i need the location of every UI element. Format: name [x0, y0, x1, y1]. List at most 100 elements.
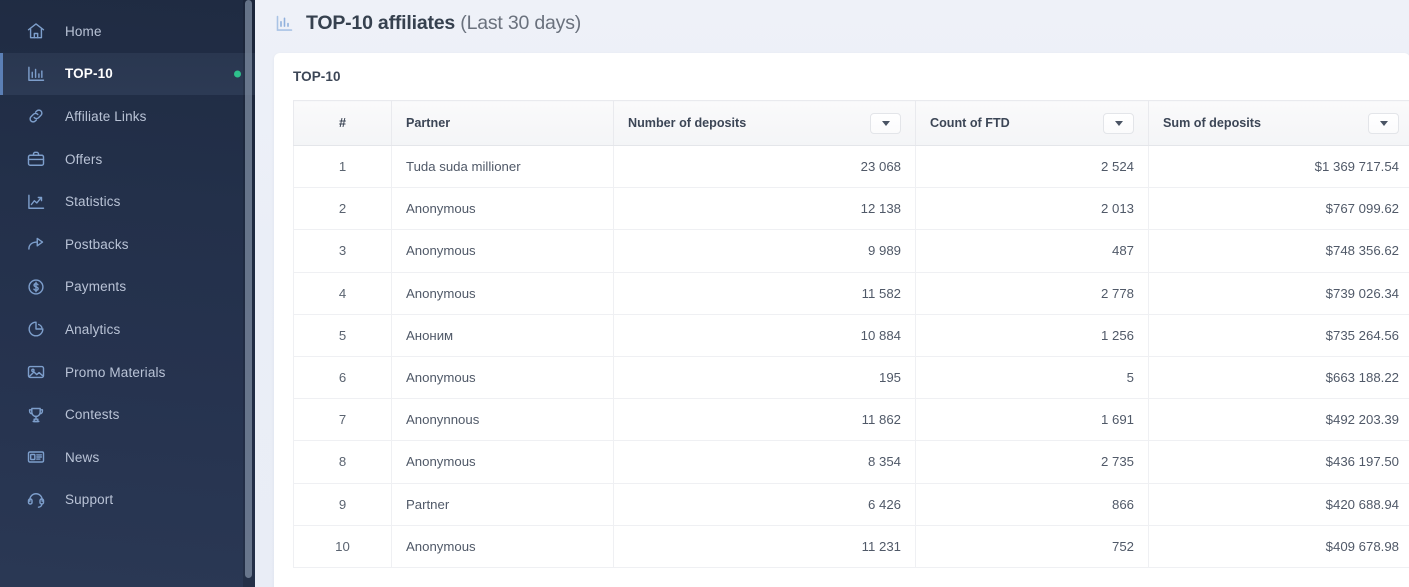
sidebar: Home TOP-10 Affiliate Links Offers Statistic… [0, 0, 255, 587]
table-row[interactable]: 4 Anonymous 11 582 2 778 $739 026.34 [293, 272, 1409, 315]
trophy-icon [25, 404, 47, 426]
chevron-down-icon [1379, 120, 1388, 126]
table-row[interactable]: 6 Anonymous 195 5 $663 188.22 [293, 356, 1409, 400]
page-title-main: TOP-10 affiliates [306, 12, 456, 34]
page-header: TOP-10 affiliates (Last 30 days) [255, 0, 1409, 47]
sidebar-item-offers[interactable]: Offers [0, 138, 255, 181]
sidebar-item-support[interactable]: Support [0, 479, 255, 522]
column-header-count-of-ftd: Count of FTD [915, 100, 1149, 146]
bar-chart-icon [276, 15, 293, 31]
cell-rank: 9 [293, 483, 392, 526]
column-header-sum-of-deposits: Sum of deposits [1148, 100, 1409, 146]
cell-ftd: 5 [915, 356, 1149, 400]
sidebar-item-label: Promo Materials [65, 364, 166, 380]
sidebar-item-label: News [65, 449, 100, 465]
sidebar-item-label: Payments [65, 279, 127, 295]
sidebar-nav-list: Home TOP-10 Affiliate Links Offers Statistic… [0, 10, 255, 521]
cell-rank: 10 [293, 525, 392, 568]
cell-deposits: 23 068 [613, 145, 916, 189]
table-row[interactable]: 5 Аноним 10 884 1 256 $735 264.56 [293, 314, 1409, 357]
cell-sum: $409 678.98 [1148, 525, 1409, 568]
cell-partner: Anonymous [391, 440, 614, 484]
cell-partner: Anonymous [391, 525, 614, 568]
cell-partner: Anonymous [391, 272, 614, 315]
cell-deposits: 12 138 [613, 187, 916, 231]
column-header-label: Count of FTD [930, 116, 1010, 130]
card-title: TOP-10 [293, 69, 341, 84]
column-header-number-of-deposits: Number of deposits [613, 100, 916, 146]
cell-deposits: 10 884 [613, 314, 916, 357]
sidebar-item-promo-materials[interactable]: Promo Materials [0, 351, 255, 394]
link-icon [25, 105, 47, 127]
page-title: TOP-10 affiliates (Last 30 days) [306, 12, 581, 35]
top10-card: TOP-10 # Partner Number of deposits Count o… [274, 53, 1409, 587]
table-row[interactable]: 9 Partner 6 426 866 $420 688.94 [293, 483, 1409, 526]
sidebar-item-top-10[interactable]: TOP-10 [0, 52, 255, 96]
table-body: 1 Tuda suda millioner 23 068 2 524 $1 369 71… [293, 145, 1409, 568]
cell-ftd: 752 [915, 525, 1149, 568]
sidebar-item-statistics[interactable]: Statistics [0, 180, 255, 223]
cell-deposits: 195 [613, 356, 916, 400]
cell-sum: $492 203.39 [1148, 398, 1409, 442]
cell-partner: Anonynnous [391, 398, 614, 442]
main-content: TOP-10 affiliates (Last 30 days) TOP-10 … [255, 0, 1409, 587]
sidebar-item-analytics[interactable]: Analytics [0, 308, 255, 351]
cell-sum: $767 099.62 [1148, 187, 1409, 231]
cell-deposits: 11 231 [613, 525, 916, 568]
table-row[interactable]: 2 Anonymous 12 138 2 013 $767 099.62 [293, 187, 1409, 231]
column-sort-button[interactable] [1103, 112, 1134, 134]
sidebar-item-payments[interactable]: Payments [0, 266, 255, 309]
sidebar-item-label: TOP-10 [65, 66, 113, 82]
column-sort-button[interactable] [1368, 112, 1399, 134]
sidebar-item-label: Analytics [65, 321, 121, 337]
cell-deposits: 11 582 [613, 272, 916, 315]
table-row[interactable]: 1 Tuda suda millioner 23 068 2 524 $1 369 71… [293, 145, 1409, 189]
sidebar-item-contests[interactable]: Contests [0, 393, 255, 436]
sidebar-item-label: Postbacks [65, 236, 129, 252]
sidebar-item-label: Offers [65, 151, 103, 167]
column-header-label: Number of deposits [628, 116, 747, 130]
cell-sum: $1 369 717.54 [1148, 145, 1409, 189]
cell-ftd: 866 [915, 483, 1149, 526]
column-sort-button[interactable] [870, 112, 901, 134]
cell-rank: 4 [293, 272, 392, 315]
table-row[interactable]: 8 Anonymous 8 354 2 735 $436 197.50 [293, 440, 1409, 484]
table-row[interactable]: 3 Anonymous 9 989 487 $748 356.62 [293, 229, 1409, 273]
sidebar-scrollbar-track[interactable] [243, 0, 255, 587]
image-icon [25, 361, 47, 383]
sidebar-item-label: Home [65, 23, 102, 39]
cell-ftd: 487 [915, 229, 1149, 273]
sidebar-item-home[interactable]: Home [0, 10, 255, 53]
briefcase-icon [25, 148, 47, 170]
sidebar-item-news[interactable]: News [0, 436, 255, 479]
cell-sum: $663 188.22 [1148, 356, 1409, 400]
pie-chart-icon [25, 318, 47, 340]
cell-deposits: 8 354 [613, 440, 916, 484]
home-icon [25, 20, 47, 42]
cell-deposits: 6 426 [613, 483, 916, 526]
sidebar-item-affiliate-links[interactable]: Affiliate Links [0, 95, 255, 138]
cell-rank: 1 [293, 145, 392, 189]
cell-partner: Аноним [391, 314, 614, 357]
table-row[interactable]: 7 Anonynnous 11 862 1 691 $492 203.39 [293, 398, 1409, 442]
cell-rank: 8 [293, 440, 392, 484]
cell-rank: 5 [293, 314, 392, 357]
top10-table: # Partner Number of deposits Count of FTD Su… [293, 100, 1409, 568]
headset-icon [25, 489, 47, 511]
table-row[interactable]: 10 Anonymous 11 231 752 $409 678.98 [293, 525, 1409, 568]
sidebar-item-label: Contests [65, 407, 120, 423]
column-header-label: Partner [406, 116, 451, 130]
cell-rank: 2 [293, 187, 392, 231]
sidebar-scrollbar-thumb[interactable] [245, 0, 252, 578]
table-header-row: # Partner Number of deposits Count of FTD Su… [293, 100, 1409, 146]
cell-sum: $735 264.56 [1148, 314, 1409, 357]
table-scroll-area[interactable]: # Partner Number of deposits Count of FTD Su… [293, 100, 1409, 587]
sidebar-item-postbacks[interactable]: Postbacks [0, 223, 255, 266]
cell-rank: 7 [293, 398, 392, 442]
app-root: Home TOP-10 Affiliate Links Offers Statistic… [0, 0, 1409, 587]
table-head: # Partner Number of deposits Count of FTD Su… [293, 100, 1409, 146]
page-title-period: (Last 30 days) [460, 12, 582, 34]
sidebar-item-label: Support [65, 492, 114, 508]
line-chart-icon [25, 191, 47, 213]
cell-ftd: 2 735 [915, 440, 1149, 484]
